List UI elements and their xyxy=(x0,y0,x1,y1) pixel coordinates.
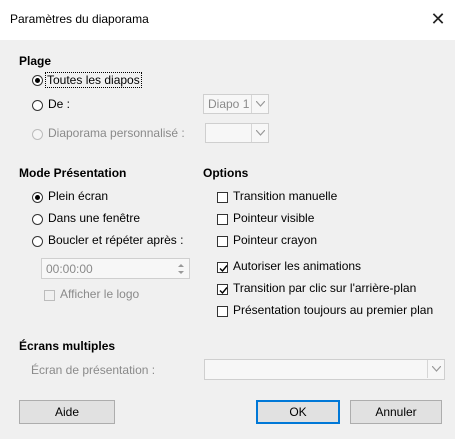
label-window[interactable]: Dans une fenêtre xyxy=(48,211,140,225)
options-header: Options xyxy=(203,166,249,180)
presentation-screen-select[interactable] xyxy=(204,359,445,380)
label-custom-show[interactable]: Diaporama personnalisé : xyxy=(48,126,185,140)
radio-window[interactable] xyxy=(32,214,43,225)
loop-time-value: 00:00:00 xyxy=(46,262,93,276)
radio-fullscreen[interactable] xyxy=(32,192,43,203)
checkbox-pen-pointer[interactable] xyxy=(217,236,228,247)
title-bar: Paramètres du diaporama ✕ xyxy=(0,0,455,40)
loop-time-spinner[interactable]: 00:00:00 xyxy=(41,258,190,279)
label-always-on-top[interactable]: Présentation toujours au premier plan xyxy=(233,303,433,317)
label-from-slide[interactable]: De : xyxy=(48,97,70,111)
radio-custom-show[interactable] xyxy=(32,129,43,140)
checkmark-icon xyxy=(219,265,228,273)
label-fullscreen[interactable]: Plein écran xyxy=(48,189,108,203)
label-loop[interactable]: Boucler et répéter après : xyxy=(48,233,183,247)
from-slide-select[interactable]: Diapo 1 xyxy=(203,94,269,114)
label-pen-pointer[interactable]: Pointeur crayon xyxy=(233,233,317,247)
chevron-down-icon xyxy=(251,124,268,142)
checkbox-click-background[interactable] xyxy=(217,284,228,295)
label-show-logo[interactable]: Afficher le logo xyxy=(60,287,139,301)
range-header: Plage xyxy=(19,54,52,68)
checkbox-allow-animations[interactable] xyxy=(217,262,228,273)
close-icon[interactable]: ✕ xyxy=(428,9,448,29)
custom-show-select[interactable] xyxy=(205,123,269,143)
checkbox-visible-pointer[interactable] xyxy=(217,214,228,225)
checkbox-always-on-top[interactable] xyxy=(217,306,228,317)
from-slide-value: Diapo 1 xyxy=(208,97,250,111)
radio-loop[interactable] xyxy=(32,236,43,247)
radio-from-slide[interactable] xyxy=(32,100,43,111)
chevron-down-icon xyxy=(251,95,268,113)
label-allow-animations[interactable]: Autoriser les animations xyxy=(233,259,361,273)
label-visible-pointer[interactable]: Pointeur visible xyxy=(233,211,314,225)
window-title: Paramètres du diaporama xyxy=(10,12,149,26)
checkbox-show-logo[interactable] xyxy=(44,290,55,301)
checkbox-manual-transition[interactable] xyxy=(217,192,228,203)
label-presentation-screen: Écran de présentation : xyxy=(31,363,156,377)
multi-screen-header: Écrans multiples xyxy=(19,339,116,353)
spin-arrows-icon[interactable] xyxy=(176,261,186,277)
label-all-slides[interactable]: Toutes les diapos xyxy=(45,72,142,88)
checkmark-icon xyxy=(219,287,228,295)
label-manual-transition[interactable]: Transition manuelle xyxy=(233,189,337,203)
ok-button[interactable]: OK xyxy=(256,400,340,424)
radio-all-slides[interactable] xyxy=(32,75,43,86)
cancel-button[interactable]: Annuler xyxy=(350,400,442,424)
label-click-background[interactable]: Transition par clic sur l'arrière-plan xyxy=(233,281,416,295)
mode-header: Mode Présentation xyxy=(19,166,127,180)
chevron-down-icon xyxy=(427,360,444,378)
help-button[interactable]: Aide xyxy=(19,400,115,424)
